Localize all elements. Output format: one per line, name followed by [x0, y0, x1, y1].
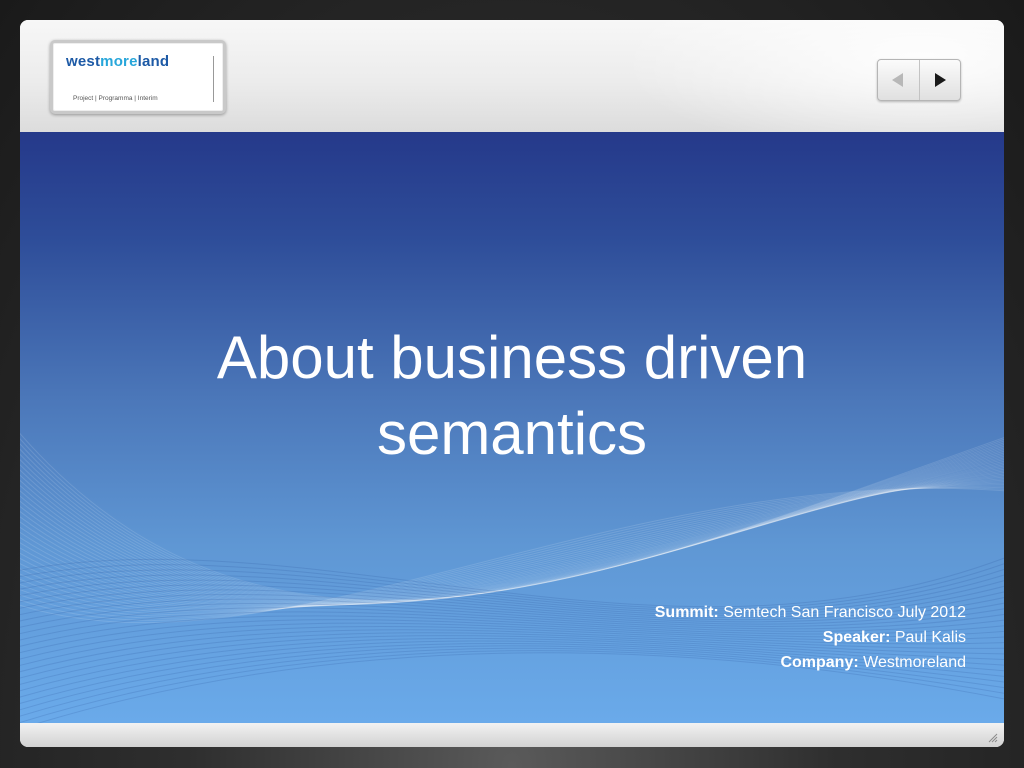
next-slide-button[interactable]: [920, 60, 961, 100]
detail-company-label: Company:: [780, 654, 859, 671]
logo-wordmark: westmoreland: [66, 53, 169, 70]
slide-title-line2: semantics: [376, 400, 648, 467]
slideshow-window: westmoreland Project | Programma | Inter…: [20, 20, 1004, 747]
slide-title-line1: About business driven: [216, 324, 808, 391]
detail-company-value: Westmoreland: [863, 654, 966, 671]
detail-summit-value: Semtech San Francisco July 2012: [723, 604, 966, 621]
triangle-right-icon: [934, 73, 946, 87]
detail-company: Company: Westmoreland: [655, 650, 966, 675]
detail-speaker-label: Speaker:: [822, 629, 891, 646]
previous-slide-button[interactable]: [878, 60, 920, 100]
logo-wordmark-part3: land: [137, 53, 170, 70]
slide-content: About business driven semantics Summit: …: [20, 132, 1004, 723]
slide-title: About business driven semantics: [112, 320, 912, 472]
westmoreland-logo: westmoreland Project | Programma | Inter…: [50, 40, 226, 114]
detail-summit: Summit: Semtech San Francisco July 2012: [655, 600, 966, 625]
triangle-left-icon: [892, 73, 904, 87]
logo-wordmark-part2: more: [100, 53, 138, 70]
presentation-details: Summit: Semtech San Francisco July 2012 …: [655, 600, 966, 675]
slideshow-header: westmoreland Project | Programma | Inter…: [20, 20, 1004, 132]
logo-divider: [213, 56, 214, 102]
detail-summit-label: Summit:: [654, 604, 719, 621]
logo-wordmark-part1: west: [66, 53, 101, 70]
slideshow-footer: [20, 723, 1004, 747]
slide-navigation: [877, 59, 961, 101]
resize-grip-icon[interactable]: [986, 731, 998, 743]
logo-tagline: Project | Programma | Interim: [73, 95, 158, 102]
detail-speaker: Speaker: Paul Kalis: [655, 625, 966, 650]
detail-speaker-value: Paul Kalis: [894, 629, 966, 646]
